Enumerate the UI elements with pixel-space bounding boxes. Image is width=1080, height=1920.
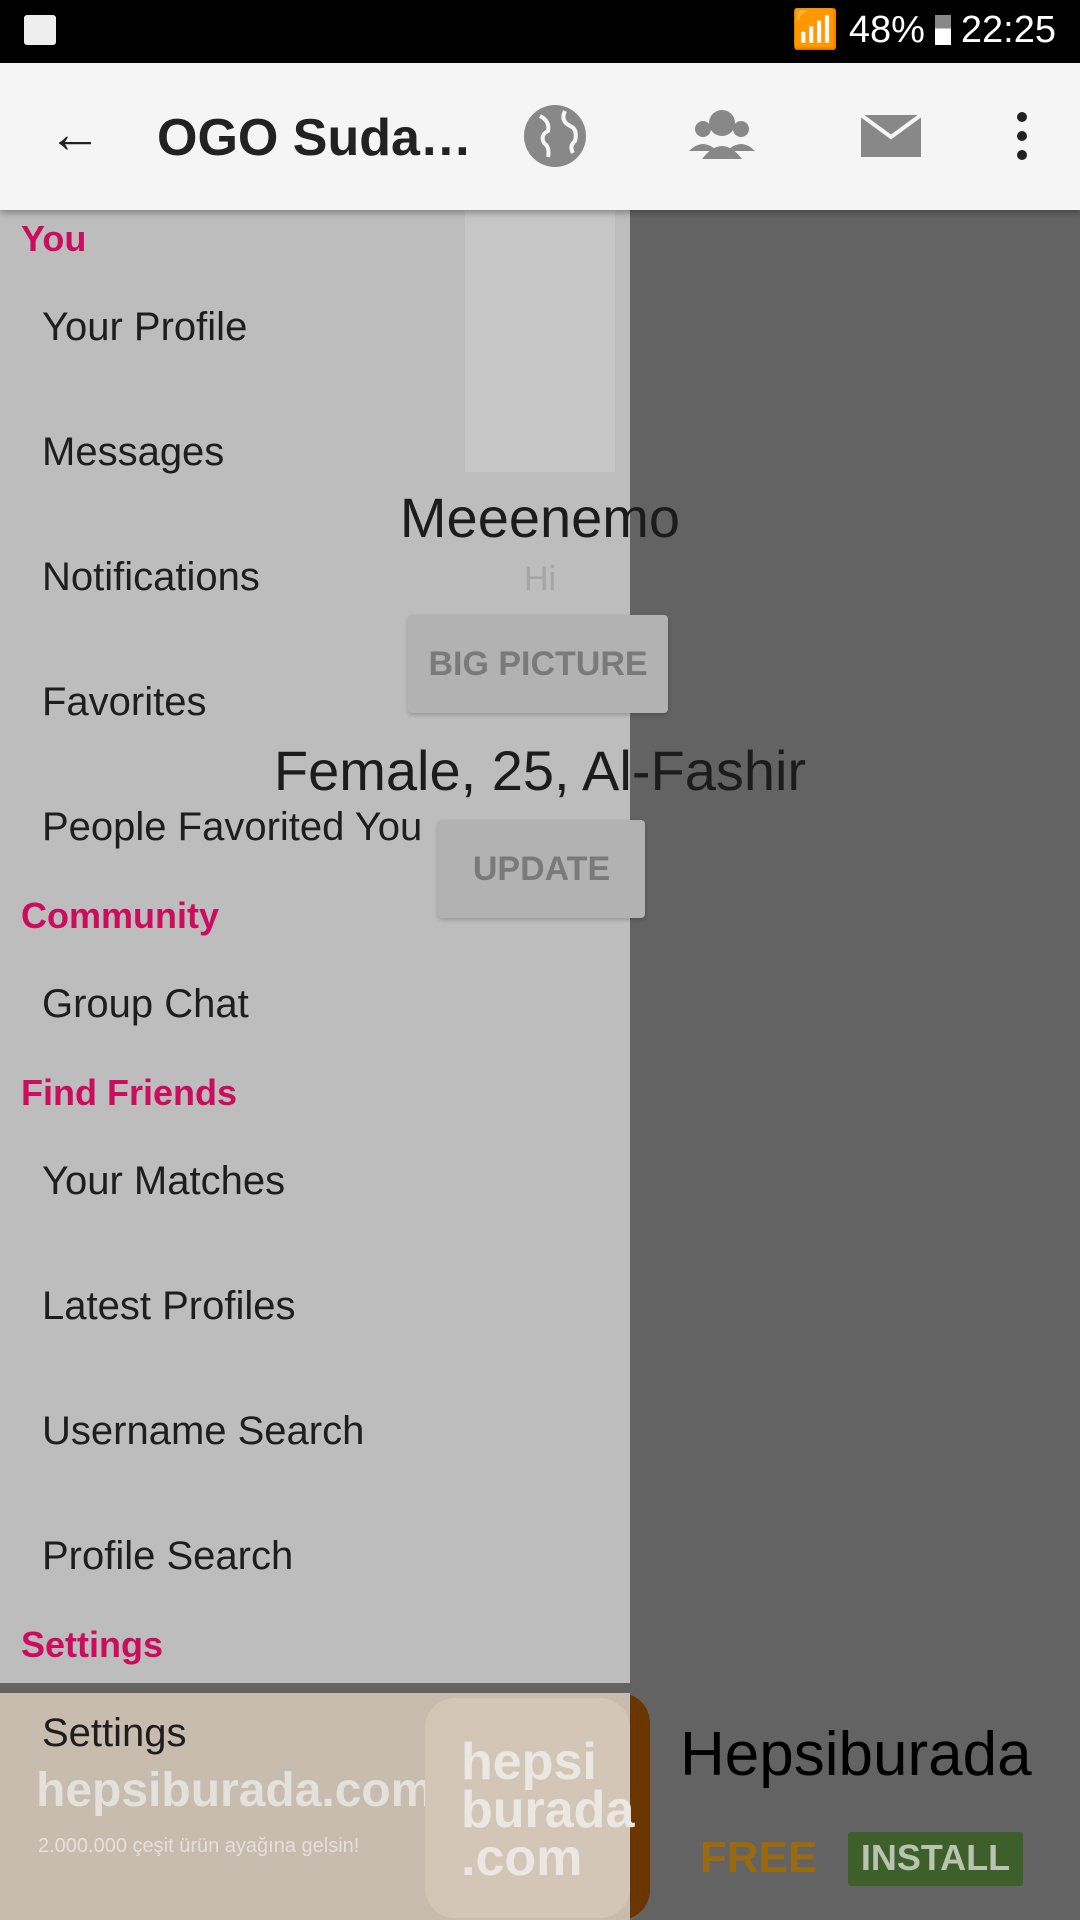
clock: 22:25 [960, 8, 1056, 51]
ad-image-tagline: 2.000.000 çeşit ürün ayağına gelsin! [38, 1835, 360, 1857]
menu-item-latest-profiles[interactable]: Latest Profiles [42, 1284, 295, 1329]
menu-item-people-favorited-you[interactable]: People Favorited You [42, 805, 422, 850]
section-header-you: You [21, 218, 87, 259]
profile-photo[interactable] [465, 210, 615, 472]
ad-price: FREE [700, 1833, 818, 1882]
app-title: OGO Suda… [157, 109, 472, 167]
section-header-settings: Settings [21, 1624, 164, 1665]
profile-name: Meeenemo [399, 486, 681, 549]
update-button[interactable]: UPDATE [438, 820, 645, 918]
menu-item-your-profile[interactable]: Your Profile [42, 305, 247, 350]
ad-logo: hepsi burada .com [425, 1698, 634, 1918]
gallery-notification-icon [24, 15, 56, 45]
ad-image-title: hepsiburada.com [36, 1764, 434, 1817]
menu-item-username-search[interactable]: Username Search [42, 1409, 364, 1454]
menu-item-profile-search[interactable]: Profile Search [42, 1534, 293, 1579]
ad-app-name: Hepsiburada [680, 1720, 1032, 1789]
menu-item-notifications[interactable]: Notifications [42, 555, 260, 600]
more-vert-icon[interactable] [1000, 101, 1044, 171]
menu-item-group-chat[interactable]: Group Chat [42, 982, 249, 1027]
status-bar: 📶 48% 22:25 [0, 0, 1080, 63]
menu-item-settings[interactable]: Settings [42, 1711, 187, 1756]
app-bar: ← OGO Suda… [0, 63, 1080, 210]
section-header-community: Community [21, 895, 219, 936]
profile-info: Female, 25, Al-Fashir [273, 739, 807, 802]
group-icon[interactable] [687, 101, 757, 171]
globe-icon[interactable] [520, 101, 590, 171]
big-picture-button[interactable]: BIG PICTURE [408, 615, 668, 713]
menu-item-messages[interactable]: Messages [42, 430, 224, 475]
menu-item-your-matches[interactable]: Your Matches [42, 1159, 285, 1204]
back-arrow-icon[interactable]: ← [48, 103, 102, 165]
menu-item-favorites[interactable]: Favorites [42, 680, 207, 725]
install-button[interactable]: INSTALL [848, 1832, 1023, 1886]
wifi-icon: 📶 [791, 9, 839, 51]
battery-percent: 48% [848, 8, 925, 51]
section-header-find-friends: Find Friends [21, 1072, 237, 1113]
battery-icon [934, 15, 951, 45]
mail-icon[interactable] [856, 101, 926, 171]
